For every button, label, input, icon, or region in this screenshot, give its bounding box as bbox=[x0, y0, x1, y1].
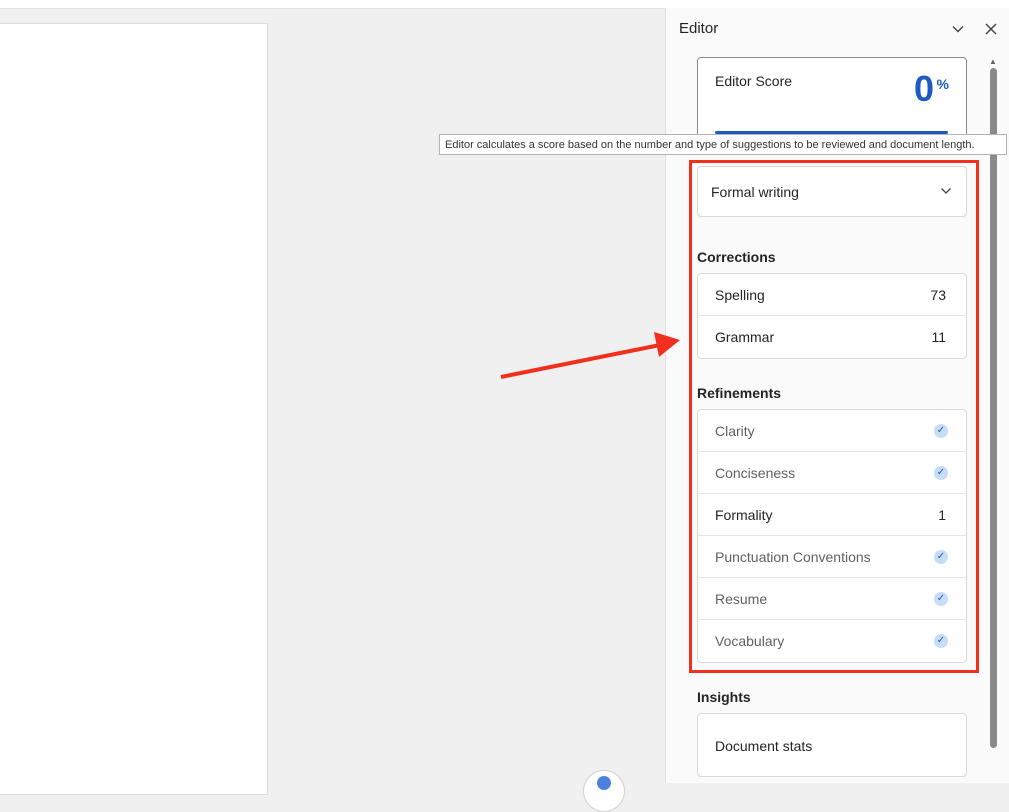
document-page[interactable] bbox=[0, 23, 268, 795]
refinement-label: Vocabulary bbox=[715, 633, 785, 649]
score-tooltip: Editor calculates a score based on the n… bbox=[439, 134, 1007, 155]
scroll-up-arrow-icon[interactable]: ▲ bbox=[988, 58, 998, 66]
corrections-list: Spelling 73 Grammar 11 bbox=[697, 273, 967, 359]
checkmark-icon: ✓ bbox=[934, 424, 948, 438]
chevron-down-icon bbox=[952, 26, 964, 33]
refinement-count: 1 bbox=[938, 507, 946, 523]
correction-item-spelling[interactable]: Spelling 73 bbox=[698, 274, 966, 316]
insights-heading: Insights bbox=[697, 689, 751, 705]
editor-score-unit: % bbox=[936, 76, 949, 92]
scroll-thumb[interactable] bbox=[990, 68, 997, 748]
insights-list: Document stats bbox=[697, 713, 967, 777]
insight-label: Document stats bbox=[715, 738, 813, 754]
refinement-label: Resume bbox=[715, 591, 768, 607]
floating-assist-button[interactable] bbox=[583, 770, 625, 812]
annotation-arrow-shaft bbox=[500, 343, 661, 379]
refinement-item-conciseness[interactable]: Conciseness ✓ bbox=[698, 452, 966, 494]
correction-label: Spelling bbox=[715, 287, 765, 303]
chevron-down-icon bbox=[941, 188, 951, 194]
insight-item-document-stats[interactable]: Document stats bbox=[698, 714, 966, 776]
refinements-heading: Refinements bbox=[697, 385, 782, 401]
correction-item-grammar[interactable]: Grammar 11 bbox=[698, 316, 966, 358]
editor-score-label: Editor Score bbox=[715, 73, 793, 89]
pane-title: Editor bbox=[679, 20, 719, 37]
refinement-item-vocabulary[interactable]: Vocabulary ✓ bbox=[698, 620, 966, 662]
corrections-heading: Corrections bbox=[697, 249, 776, 265]
editor-score-value: 0 bbox=[913, 68, 934, 109]
checkmark-icon: ✓ bbox=[934, 466, 948, 480]
checkmark-icon: ✓ bbox=[934, 634, 948, 648]
checkmark-icon: ✓ bbox=[934, 592, 948, 606]
checkmark-icon: ✓ bbox=[934, 550, 948, 564]
refinement-label: Clarity bbox=[715, 423, 755, 439]
pane-scrollbar[interactable]: ▲ bbox=[988, 58, 998, 758]
refinement-item-resume[interactable]: Resume ✓ bbox=[698, 578, 966, 620]
refinement-label: Formality bbox=[715, 507, 773, 523]
close-icon bbox=[985, 23, 997, 35]
refinement-label: Conciseness bbox=[715, 465, 796, 481]
editor-pane: Editor ▲ Editor Score 0 % Formal writing… bbox=[665, 8, 1009, 783]
correction-count: 73 bbox=[930, 287, 946, 303]
correction-count: 11 bbox=[931, 329, 946, 345]
correction-label: Grammar bbox=[715, 329, 775, 345]
refinements-list: Clarity ✓ Conciseness ✓ Formality 1 Punc… bbox=[697, 409, 967, 663]
collapse-pane-button[interactable] bbox=[949, 20, 967, 38]
close-pane-button[interactable] bbox=[982, 20, 1000, 38]
writing-style-dropdown[interactable]: Formal writing bbox=[697, 166, 967, 217]
refinement-item-clarity[interactable]: Clarity ✓ bbox=[698, 410, 966, 452]
refinement-item-punctuation[interactable]: Punctuation Conventions ✓ bbox=[698, 536, 966, 578]
refinement-label: Punctuation Conventions bbox=[715, 549, 871, 565]
refinement-item-formality[interactable]: Formality 1 bbox=[698, 494, 966, 536]
writing-style-selected: Formal writing bbox=[711, 184, 799, 200]
